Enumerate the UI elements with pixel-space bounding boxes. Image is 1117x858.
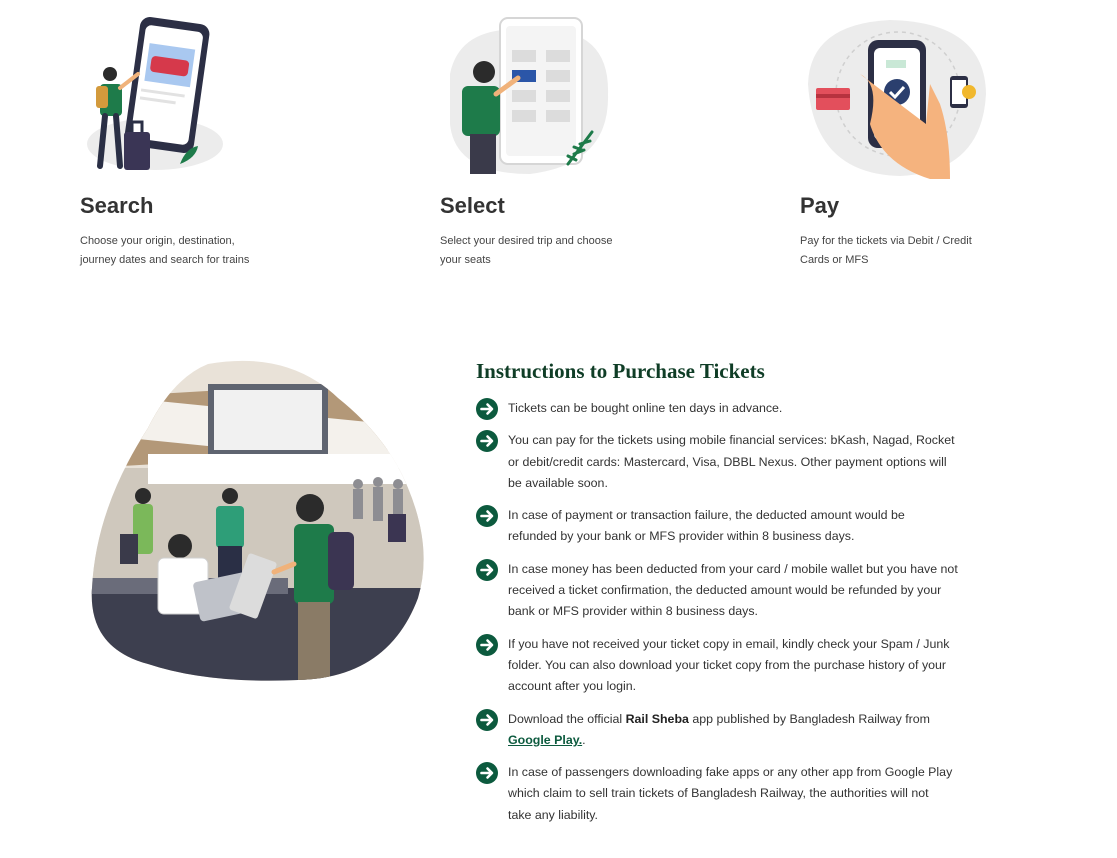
- step-title: Select: [440, 193, 505, 218]
- step-description: Select your desired trip and choose your …: [440, 235, 613, 266]
- instruction-text-suffix: app published by Bangladesh Railway from: [688, 711, 930, 726]
- arrow-right-icon: [476, 430, 498, 453]
- instruction-text: Tickets can be bought online ten days in…: [508, 401, 783, 415]
- pay-illustration-icon: [808, 20, 986, 179]
- arrow-right-icon: [476, 505, 498, 528]
- arrow-right-icon: [476, 558, 498, 581]
- arrow-right-icon: [476, 762, 498, 785]
- instruction-text-prefix: Download the official: [508, 711, 626, 726]
- arrow-right-icon: [476, 633, 498, 656]
- instruction-text: You can pay for the tickets using mobile…: [508, 433, 955, 448]
- instruction-text: which claim to sell train tickets of Ban…: [508, 786, 929, 801]
- arrow-right-icon: [476, 398, 498, 420]
- instruction-text: bank or MFS provider within 8 business d…: [508, 604, 758, 619]
- instruction-text: If you have not received your ticket cop…: [508, 636, 950, 651]
- instruction-text: In case money has been deducted from you…: [508, 561, 958, 576]
- instruction-item: Tickets can be bought online ten days in…: [476, 398, 996, 420]
- instruction-text-end: .: [582, 732, 586, 747]
- rail-sheba-app-name: Rail Sheba: [625, 711, 689, 726]
- instruction-text: take any liability.: [508, 807, 598, 822]
- instruction-item: You can pay for the tickets using mobile…: [476, 430, 996, 494]
- instruction-text: received a ticket confirmation, the dedu…: [508, 583, 942, 598]
- instruction-text: refunded by your bank or MFS provider wi…: [508, 529, 855, 544]
- step-description: Choose your origin, destination, journey …: [80, 235, 250, 266]
- instruction-text: In case of passengers downloading fake a…: [508, 765, 953, 780]
- instruction-text: account after you login.: [508, 679, 637, 694]
- instruction-text: be available soon.: [508, 475, 608, 490]
- select-illustration-icon: [450, 17, 609, 174]
- instruction-item: If you have not received your ticket cop…: [476, 633, 996, 698]
- step-description: Pay for the tickets via Debit / Credit Ca…: [800, 235, 972, 266]
- search-illustration-icon: [87, 17, 223, 170]
- station-illustration-icon: [91, 360, 424, 681]
- instruction-text: or debit/credit cards: Mastercard, Visa,…: [508, 454, 947, 469]
- instruction-item: In case money has been deducted from you…: [476, 558, 996, 623]
- instructions-title: Instructions to Purchase Tickets: [476, 359, 765, 383]
- instruction-item: In case of passengers downloading fake a…: [476, 762, 996, 826]
- step-title: Search: [80, 193, 154, 218]
- instruction-text: folder. You can also download your ticke…: [508, 657, 947, 672]
- arrow-right-icon: [476, 708, 498, 731]
- step-title: Pay: [800, 193, 840, 218]
- instruction-text: In case of payment or transaction failur…: [508, 508, 905, 523]
- instructions-list: Tickets can be bought online ten days in…: [476, 398, 996, 826]
- instruction-item: Download the official Rail Sheba app pub…: [476, 708, 996, 752]
- google-play-link[interactable]: Google Play.: [508, 733, 582, 747]
- instruction-item: In case of payment or transaction failur…: [476, 505, 996, 548]
